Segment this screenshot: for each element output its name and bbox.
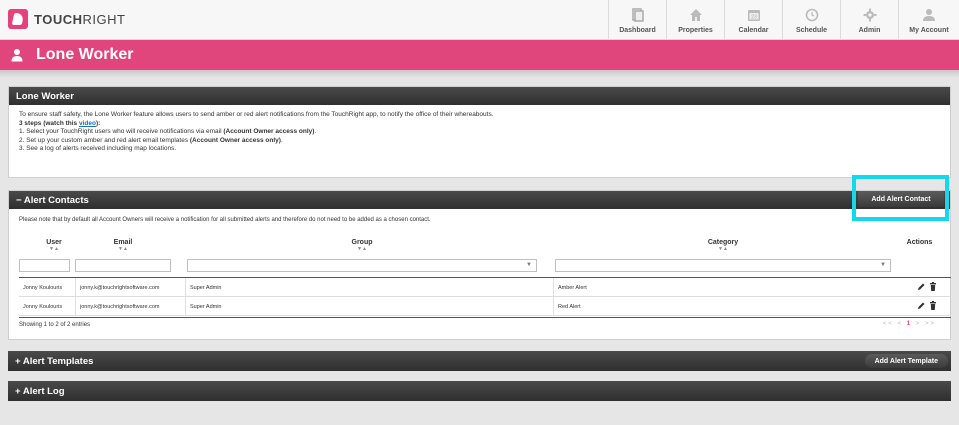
step-3: 3. See a log of alerts received includin… [19, 145, 177, 152]
delete-trash-icon[interactable] [929, 301, 937, 310]
calendar-icon: 23 [747, 8, 761, 22]
alert-templates-panel: + Alert Templates Add Alert Template [8, 351, 951, 371]
chevron-down-icon: ▼ [526, 262, 532, 268]
page-header: Lone Worker [0, 40, 959, 70]
entries-info: Showing 1 to 2 of 2 entries [19, 322, 91, 328]
lone-worker-panel: Lone Worker To ensure staff safety, the … [8, 86, 951, 178]
svg-text:23: 23 [751, 15, 757, 21]
house-icon [689, 8, 703, 22]
pagination: << < 1 > >> [883, 321, 936, 327]
alert-log-header[interactable]: + Alert Log [8, 381, 951, 401]
intro-text: To ensure staff safety, the Lone Worker … [19, 111, 494, 118]
cell-group: Super Admin [185, 278, 553, 297]
edit-pencil-icon[interactable] [917, 301, 925, 310]
nav-calendar[interactable]: 23 Calendar [724, 0, 782, 40]
clock-icon [805, 8, 819, 22]
pagination-prev[interactable]: < [898, 321, 904, 327]
column-actions: Actions [906, 239, 933, 246]
nav-dashboard[interactable]: Dashboard [608, 0, 666, 40]
column-user[interactable]: User ▼▲ [29, 239, 79, 252]
edit-pencil-icon[interactable] [917, 282, 925, 291]
cell-user: Jonny Koulouris [23, 284, 63, 291]
table-row: Jonny Koulouris jonny.k@touchrightsoftwa… [19, 297, 951, 316]
pagination-next[interactable]: > [916, 321, 922, 327]
gear-icon [863, 8, 877, 22]
dashboard-icon [631, 8, 645, 22]
logo-icon [8, 9, 28, 29]
step-2: 2. Set up your custom amber and red aler… [19, 136, 283, 144]
cell-email: jonny.k@touchrightsoftware.com [75, 278, 185, 297]
alert-contacts-panel: − Alert Contacts Please note that by def… [8, 190, 951, 340]
column-category[interactable]: Category ▼▲ [555, 239, 891, 252]
add-alert-template-button[interactable]: Add Alert Template [864, 354, 948, 368]
add-alert-contact-button[interactable]: Add Alert Contact [858, 191, 944, 207]
alert-contacts-header[interactable]: − Alert Contacts [9, 191, 950, 209]
sort-icon: ▼▲ [49, 246, 59, 252]
group-filter-select[interactable]: ▼ [187, 259, 537, 272]
column-group[interactable]: Group ▼▲ [187, 239, 537, 252]
nav-properties[interactable]: Properties [666, 0, 724, 40]
chevron-down-icon: ▼ [880, 262, 886, 268]
steps-heading: 3 steps (watch this video): [19, 119, 101, 127]
user-icon [922, 8, 936, 22]
sort-icon: ▼▲ [357, 246, 367, 252]
pagination-first[interactable]: << [883, 321, 894, 327]
alert-templates-header[interactable]: + Alert Templates Add Alert Template [8, 351, 951, 371]
pagination-page[interactable]: 1 [907, 321, 912, 327]
nav-my-account[interactable]: My Account [898, 0, 959, 40]
step-1: 1. Select your TouchRight users who will… [19, 128, 317, 135]
category-filter-select[interactable]: ▼ [555, 259, 891, 272]
delete-trash-icon[interactable] [929, 282, 937, 291]
sort-icon: ▼▲ [118, 246, 128, 252]
table-row: Jonny Koulouris jonny.k@touchrightsoftwa… [19, 278, 951, 297]
header-shadow [0, 70, 959, 78]
cell-user: Jonny Koulouris [23, 303, 63, 310]
cell-email: jonny.k@touchrightsoftware.com [75, 297, 185, 316]
panel-header: Lone Worker [9, 87, 950, 105]
alert-log-panel: + Alert Log [8, 381, 951, 401]
user-filter-input[interactable] [19, 259, 70, 272]
video-link[interactable]: video [79, 120, 96, 127]
top-navigation: TOUCHRIGHT Dashboard Properties 23 Calen… [0, 0, 959, 40]
page-title: Lone Worker [36, 46, 134, 63]
email-filter-input[interactable] [75, 259, 171, 272]
brand-logo[interactable]: TOUCHRIGHT [8, 9, 125, 29]
table-divider [19, 317, 951, 318]
nav-admin[interactable]: Admin [840, 0, 898, 40]
cell-category: Amber Alert [553, 278, 893, 297]
column-email[interactable]: Email ▼▲ [75, 239, 171, 252]
cell-group: Super Admin [185, 297, 553, 316]
sort-icon: ▼▲ [718, 246, 728, 252]
cell-category: Red Alert [553, 297, 893, 316]
lone-worker-icon [10, 48, 24, 62]
nav-schedule[interactable]: Schedule [782, 0, 840, 40]
pagination-last[interactable]: >> [925, 321, 936, 327]
brand-name: TOUCHRIGHT [34, 11, 126, 27]
alert-contacts-note: Please note that by default all Account … [19, 217, 431, 223]
